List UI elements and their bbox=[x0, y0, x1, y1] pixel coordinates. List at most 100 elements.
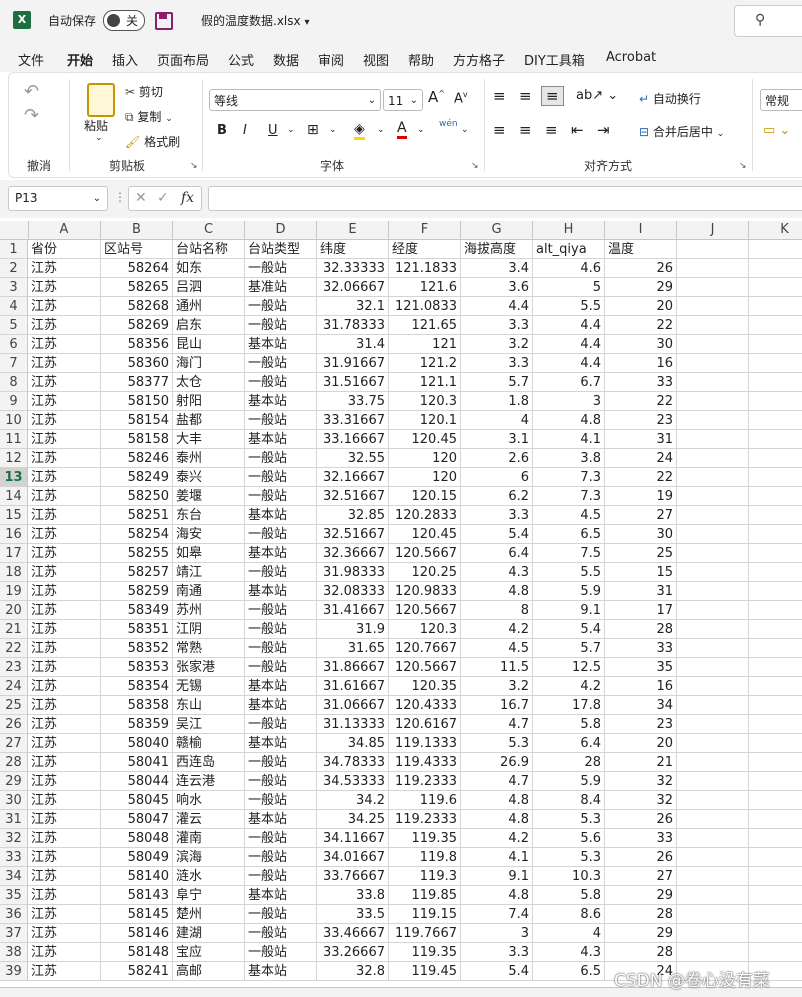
cell[interactable]: 33.8 bbox=[317, 886, 389, 905]
cell[interactable]: 4.8 bbox=[461, 791, 533, 810]
cell[interactable]: 江苏 bbox=[28, 335, 101, 354]
cell[interactable]: 120.3 bbox=[389, 620, 461, 639]
cell[interactable]: 4.8 bbox=[461, 582, 533, 601]
cell[interactable]: 江苏 bbox=[28, 943, 101, 962]
cell[interactable] bbox=[677, 544, 749, 563]
cell[interactable]: 如皋 bbox=[173, 544, 245, 563]
name-box[interactable]: P13 ⌄ bbox=[8, 186, 108, 211]
save-icon[interactable] bbox=[155, 12, 173, 30]
cell[interactable]: 58241 bbox=[101, 962, 173, 981]
cell[interactable]: 3.3 bbox=[461, 943, 533, 962]
cell[interactable]: 姜堰 bbox=[173, 487, 245, 506]
column-header-d[interactable]: D bbox=[245, 221, 317, 239]
cell[interactable]: 6.4 bbox=[461, 544, 533, 563]
row-header[interactable]: 3 bbox=[0, 278, 28, 297]
decrease-indent-icon[interactable]: ⇤ bbox=[571, 121, 584, 139]
cell[interactable]: 34.2 bbox=[317, 791, 389, 810]
cell[interactable]: 58146 bbox=[101, 924, 173, 943]
cell[interactable]: 省份 bbox=[28, 240, 101, 259]
cell[interactable]: 江苏 bbox=[28, 373, 101, 392]
cell[interactable]: 江苏 bbox=[28, 297, 101, 316]
cell[interactable]: 5.8 bbox=[533, 886, 605, 905]
cell[interactable]: 27 bbox=[605, 506, 677, 525]
cell[interactable]: 一般站 bbox=[245, 715, 317, 734]
cell[interactable]: 121.2 bbox=[389, 354, 461, 373]
cell[interactable]: 4.8 bbox=[533, 411, 605, 430]
cell[interactable]: 4.5 bbox=[533, 506, 605, 525]
cell[interactable]: 29 bbox=[605, 924, 677, 943]
cell[interactable] bbox=[749, 658, 802, 677]
cell[interactable] bbox=[677, 373, 749, 392]
cell[interactable]: 58268 bbox=[101, 297, 173, 316]
cell[interactable]: 58354 bbox=[101, 677, 173, 696]
row-header[interactable]: 10 bbox=[0, 411, 28, 430]
cell[interactable]: 32.16667 bbox=[317, 468, 389, 487]
cell[interactable]: 58140 bbox=[101, 867, 173, 886]
cell[interactable]: 120.1 bbox=[389, 411, 461, 430]
cell[interactable]: 一般站 bbox=[245, 753, 317, 772]
cell[interactable]: 20 bbox=[605, 734, 677, 753]
cell[interactable]: 江苏 bbox=[28, 753, 101, 772]
cell[interactable] bbox=[749, 810, 802, 829]
row-header[interactable]: 29 bbox=[0, 772, 28, 791]
cell[interactable]: 一般站 bbox=[245, 525, 317, 544]
cell[interactable] bbox=[749, 335, 802, 354]
cell[interactable]: 8 bbox=[461, 601, 533, 620]
wrap-text-button[interactable]: ↵ 自动换行 bbox=[639, 90, 701, 107]
cell[interactable] bbox=[749, 677, 802, 696]
cell[interactable]: 58251 bbox=[101, 506, 173, 525]
formula-input[interactable] bbox=[208, 186, 802, 211]
cell[interactable]: 119.3 bbox=[389, 867, 461, 886]
cell[interactable]: 32.06667 bbox=[317, 278, 389, 297]
cell[interactable]: 33.16667 bbox=[317, 430, 389, 449]
cell[interactable] bbox=[749, 772, 802, 791]
cell[interactable]: 5.8 bbox=[533, 715, 605, 734]
cell[interactable]: 江苏 bbox=[28, 449, 101, 468]
cell[interactable]: 经度 bbox=[389, 240, 461, 259]
cell[interactable]: 58150 bbox=[101, 392, 173, 411]
cell[interactable] bbox=[749, 487, 802, 506]
cell[interactable]: 121.6 bbox=[389, 278, 461, 297]
underline-button[interactable]: U bbox=[268, 123, 278, 138]
cell[interactable]: 58148 bbox=[101, 943, 173, 962]
column-header-k[interactable]: K bbox=[749, 221, 802, 239]
cell[interactable]: 34.78333 bbox=[317, 753, 389, 772]
cell[interactable] bbox=[749, 525, 802, 544]
row-header[interactable]: 6 bbox=[0, 335, 28, 354]
cell[interactable]: 江苏 bbox=[28, 563, 101, 582]
cell[interactable]: 4.3 bbox=[461, 563, 533, 582]
row-header[interactable]: 38 bbox=[0, 943, 28, 962]
cell[interactable]: 31.65 bbox=[317, 639, 389, 658]
cell[interactable]: 120.7667 bbox=[389, 639, 461, 658]
cell[interactable]: 25 bbox=[605, 544, 677, 563]
cell[interactable]: 5.4 bbox=[533, 620, 605, 639]
cell[interactable]: 119.85 bbox=[389, 886, 461, 905]
cell[interactable]: 4.4 bbox=[533, 316, 605, 335]
cell[interactable]: 5.5 bbox=[533, 297, 605, 316]
column-header-i[interactable]: I bbox=[605, 221, 677, 239]
cell[interactable] bbox=[749, 316, 802, 335]
cell[interactable]: 121.1833 bbox=[389, 259, 461, 278]
font-size-select[interactable]: 11 ⌄ bbox=[383, 89, 423, 111]
autosave-toggle[interactable]: 关 bbox=[103, 10, 145, 31]
italic-button[interactable]: I bbox=[243, 123, 247, 138]
increase-font-icon[interactable]: A^ bbox=[428, 88, 445, 106]
cell[interactable]: 31.4 bbox=[317, 335, 389, 354]
cell[interactable]: 33 bbox=[605, 373, 677, 392]
cell[interactable]: 江苏 bbox=[28, 544, 101, 563]
cell[interactable]: 58356 bbox=[101, 335, 173, 354]
cell[interactable] bbox=[749, 563, 802, 582]
cell[interactable] bbox=[749, 449, 802, 468]
cell[interactable]: 120 bbox=[389, 449, 461, 468]
cell[interactable]: 台站类型 bbox=[245, 240, 317, 259]
cell[interactable] bbox=[677, 829, 749, 848]
cell[interactable]: 海拔高度 bbox=[461, 240, 533, 259]
cell[interactable]: 32 bbox=[605, 791, 677, 810]
tab-fangfang[interactable]: 方方格子 bbox=[453, 50, 505, 69]
cell[interactable]: 120.4333 bbox=[389, 696, 461, 715]
cell[interactable]: 58041 bbox=[101, 753, 173, 772]
cell[interactable]: 30 bbox=[605, 525, 677, 544]
cell[interactable]: 12.5 bbox=[533, 658, 605, 677]
cell[interactable]: 32.85 bbox=[317, 506, 389, 525]
cell[interactable]: 一般站 bbox=[245, 487, 317, 506]
